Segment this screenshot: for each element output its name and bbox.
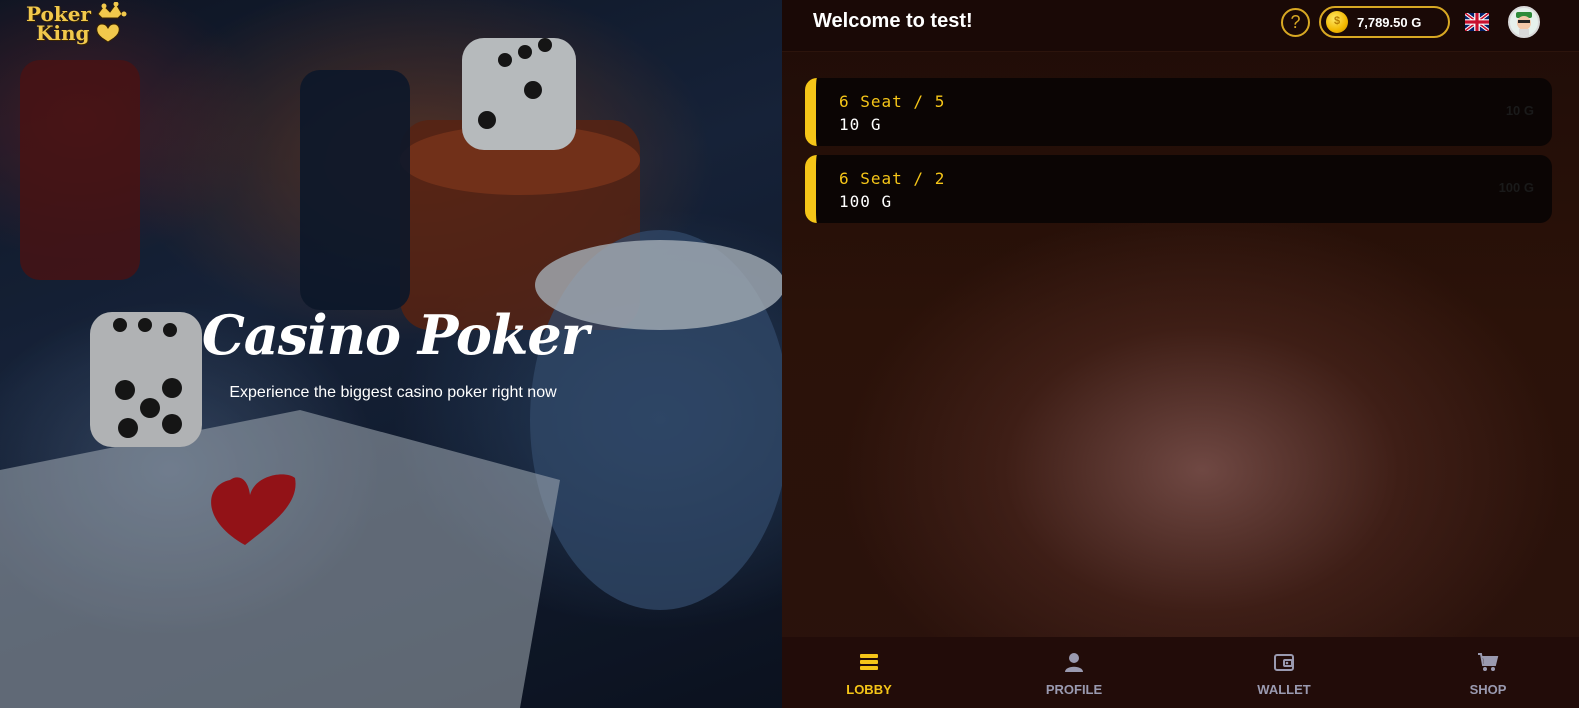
room-buyin: 100 G — [839, 192, 893, 211]
room-side-label: 100 G — [1498, 180, 1534, 195]
top-bar: Welcome to test! ? $ 7,789.50 G — [782, 0, 1579, 52]
uk-flag-icon[interactable] — [1465, 13, 1489, 31]
poker-king-logo[interactable]: Poker King — [24, 2, 130, 44]
room-buyin: 10 G — [839, 115, 882, 134]
room-side-label: 10 G — [1505, 103, 1534, 118]
help-button[interactable]: ? — [1281, 8, 1310, 37]
nav-profile[interactable]: PROFILE — [1024, 651, 1124, 703]
coin-icon: $ — [1326, 11, 1348, 33]
nav-lobby[interactable]: LOBBY — [819, 651, 919, 703]
lobby-stack-icon — [860, 654, 878, 670]
hero-panel: Poker King Casino Poker Experience the b… — [0, 0, 782, 708]
coin-symbol: $ — [1333, 15, 1341, 27]
logo-text-line2: King — [36, 21, 90, 45]
nav-shop[interactable]: SHOP — [1438, 651, 1538, 703]
avatar-face-icon — [1516, 12, 1532, 36]
room-card[interactable]: 6 Seat / 5 10 G 10 G — [805, 78, 1552, 146]
bottom-navigation: LOBBY PROFILE WALLET SHOP — [782, 637, 1579, 708]
nav-wallet-label: WALLET — [1257, 682, 1311, 697]
person-icon — [1065, 653, 1083, 672]
app-root: Poker King Casino Poker Experience the b… — [0, 0, 1579, 708]
room-name: 6 Seat / 5 — [839, 92, 946, 111]
crown-spade-icon — [96, 2, 127, 43]
nav-wallet[interactable]: WALLET — [1234, 651, 1334, 703]
user-avatar[interactable] — [1508, 6, 1540, 38]
nav-profile-label: PROFILE — [1045, 682, 1103, 697]
room-card[interactable]: 6 Seat / 2 100 G 100 G — [805, 155, 1552, 223]
balance-amount: 7,789.50 G — [1357, 15, 1422, 30]
wallet-icon — [1274, 654, 1294, 671]
welcome-message: Welcome to test! — [813, 10, 973, 32]
room-name: 6 Seat / 2 — [839, 169, 946, 188]
hero-title: Casino Poker — [201, 303, 589, 367]
cart-icon — [1478, 653, 1499, 671]
hero-subtitle: Experience the biggest casino poker righ… — [229, 384, 557, 401]
coin-balance-button[interactable]: $ 7,789.50 G — [1319, 6, 1450, 38]
nav-lobby-label: LOBBY — [846, 682, 892, 697]
lobby-panel: Welcome to test! ? $ 7,789.50 G 6 Seat /… — [782, 0, 1579, 708]
nav-shop-label: SHOP — [1469, 682, 1507, 697]
